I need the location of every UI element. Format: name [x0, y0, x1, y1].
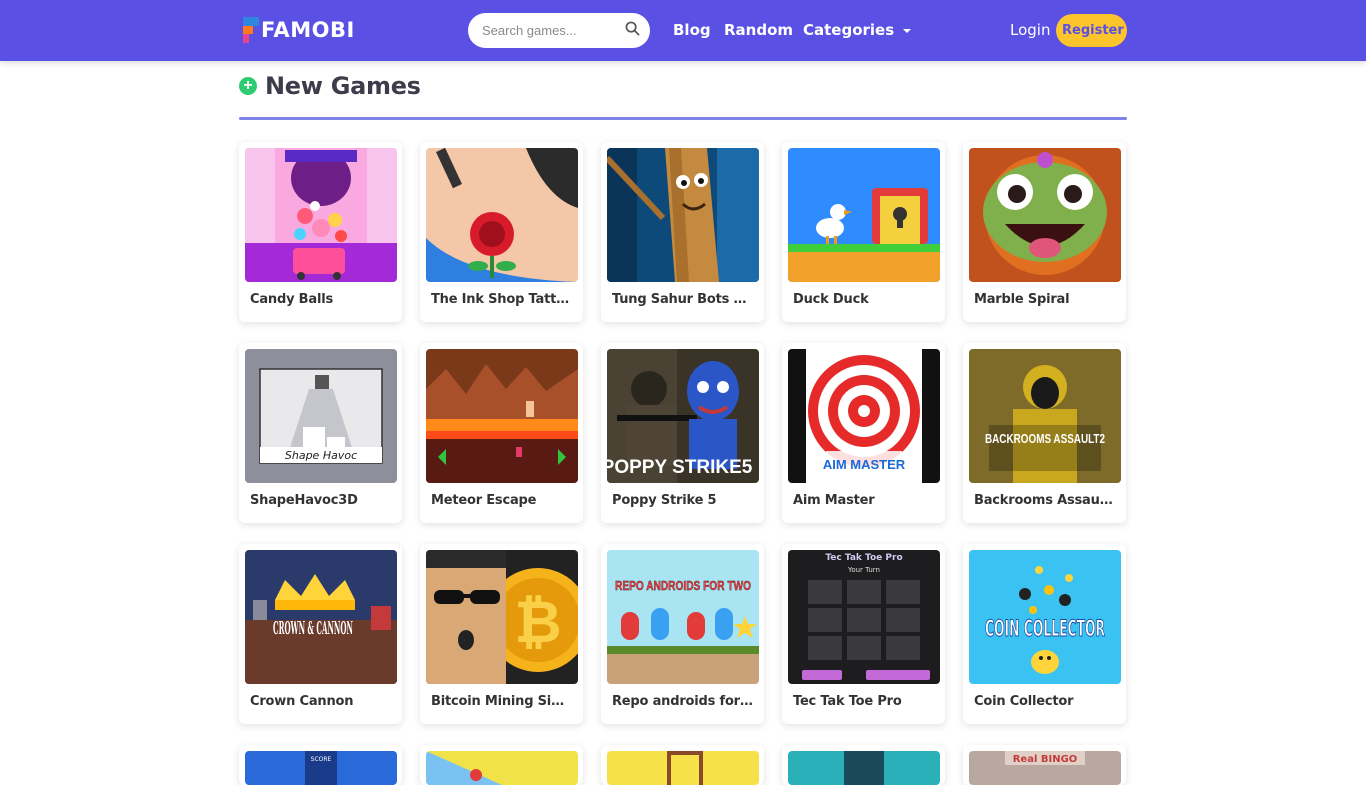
- famobi-logo-icon: [243, 17, 259, 43]
- game-card-backrooms-assault-2[interactable]: BACKROOMS ASSAULT2 Backrooms Assault 2: [963, 343, 1126, 523]
- section-title: New Games: [265, 72, 421, 100]
- game-title: Repo androids for two: [612, 694, 754, 709]
- game-thumbnail: POPPY STRIKE5: [607, 349, 759, 483]
- thumbnail-text: Real BINGO: [1013, 754, 1078, 765]
- game-title: The Ink Shop Tattoo Artist: [431, 292, 573, 307]
- thumbnail-text: CROWN & CANNON: [273, 618, 353, 639]
- game-thumbnail: [426, 349, 578, 483]
- nav-categories-dropdown[interactable]: Categories: [803, 21, 912, 39]
- game-card-partial[interactable]: SCORE: [239, 745, 402, 785]
- thumbnail-text: REPO ANDROIDS FOR TWO: [615, 578, 751, 593]
- game-thumbnail: [607, 751, 759, 785]
- game-card-partial[interactable]: Real BINGO: [963, 745, 1126, 785]
- game-card-marble-spiral[interactable]: Marble Spiral: [963, 142, 1126, 322]
- game-title: Duck Duck: [793, 292, 869, 307]
- thumbnail-text: Shape Havoc: [285, 449, 357, 462]
- game-thumbnail: CROWN & CANNON: [245, 550, 397, 684]
- game-card-duck-duck[interactable]: Duck Duck: [782, 142, 945, 322]
- game-thumbnail: Real BINGO: [969, 751, 1121, 785]
- game-card-crown-cannon[interactable]: CROWN & CANNON Crown Cannon: [239, 544, 402, 724]
- game-thumbnail: REPO ANDROIDS FOR TWO: [607, 550, 759, 684]
- section-header: + New Games: [239, 72, 421, 100]
- game-card-tung-sahur[interactable]: Tung Sahur Bots Chase: [601, 142, 764, 322]
- game-thumbnail: ₿: [426, 550, 578, 684]
- game-thumbnail: [788, 751, 940, 785]
- plus-circle-icon: +: [239, 77, 257, 95]
- game-thumbnail: [607, 148, 759, 282]
- search-icon[interactable]: [625, 21, 640, 41]
- game-thumbnail: COIN COLLECTOR: [969, 550, 1121, 684]
- register-button[interactable]: Register: [1056, 14, 1127, 47]
- game-thumbnail: [788, 148, 940, 282]
- game-thumbnail: AIM MASTER: [788, 349, 940, 483]
- game-title: Coin Collector: [974, 694, 1074, 709]
- search-box[interactable]: [468, 13, 650, 48]
- game-thumbnail: SCORE: [245, 751, 397, 785]
- thumbnail-text: AIM MASTER: [823, 457, 906, 472]
- nav-categories-label: Categories: [803, 21, 895, 39]
- famobi-logo[interactable]: FAMOBI: [243, 17, 355, 43]
- game-title: Tung Sahur Bots Chase: [612, 292, 754, 307]
- game-thumbnail: [426, 751, 578, 785]
- game-thumbnail: [245, 148, 397, 282]
- game-card-shapehavoc3d[interactable]: Shape Havoc ShapeHavoc3D: [239, 343, 402, 523]
- game-card-partial[interactable]: [601, 745, 764, 785]
- game-card-coin-collector[interactable]: COIN COLLECTOR Coin Collector: [963, 544, 1126, 724]
- game-card-poppy-strike-5[interactable]: POPPY STRIKE5 Poppy Strike 5: [601, 343, 764, 523]
- game-card-tec-tak-toe-pro[interactable]: Tec Tak Toe Pro Your Turn Tec Tak Toe Pr…: [782, 544, 945, 724]
- game-card-candy-balls[interactable]: Candy Balls: [239, 142, 402, 322]
- search-input[interactable]: [480, 22, 625, 39]
- game-card-repo-androids[interactable]: REPO ANDROIDS FOR TWO Repo androids for …: [601, 544, 764, 724]
- thumbnail-text: COIN COLLECTOR: [985, 617, 1105, 642]
- nav-random-link[interactable]: Random: [724, 21, 793, 39]
- top-navigation-bar: FAMOBI Blog Random Categories Login Regi…: [0, 0, 1366, 61]
- nav-blog-link[interactable]: Blog: [673, 21, 711, 39]
- caret-down-icon: [903, 29, 912, 33]
- thumbnail-text: Tec Tak Toe Pro: [825, 553, 902, 563]
- game-thumbnail: [426, 148, 578, 282]
- game-title: Meteor Escape: [431, 493, 537, 508]
- game-title: Tec Tak Toe Pro: [793, 694, 902, 709]
- game-card-aim-master[interactable]: AIM MASTER Aim Master: [782, 343, 945, 523]
- game-title: Bitcoin Mining Simulator: [431, 694, 573, 709]
- thumbnail-text: BACKROOMS ASSAULT2: [985, 431, 1105, 446]
- game-thumbnail: BACKROOMS ASSAULT2: [969, 349, 1121, 483]
- game-title: Poppy Strike 5: [612, 493, 717, 508]
- svg-text:₿: ₿: [514, 588, 561, 656]
- game-title: Aim Master: [793, 493, 875, 508]
- thumbnail-text: SCORE: [311, 756, 332, 763]
- game-thumbnail: Shape Havoc: [245, 349, 397, 483]
- game-title: Crown Cannon: [250, 694, 354, 709]
- game-card-ink-shop[interactable]: The Ink Shop Tattoo Artist: [420, 142, 583, 322]
- game-card-meteor-escape[interactable]: Meteor Escape: [420, 343, 583, 523]
- game-title: Marble Spiral: [974, 292, 1070, 307]
- game-title: Candy Balls: [250, 292, 334, 307]
- game-card-partial[interactable]: [420, 745, 583, 785]
- game-card-partial[interactable]: [782, 745, 945, 785]
- game-thumbnail: Tec Tak Toe Pro Your Turn: [788, 550, 940, 684]
- game-card-bitcoin-mining[interactable]: ₿ Bitcoin Mining Simulator: [420, 544, 583, 724]
- section-divider: [239, 117, 1127, 120]
- thumbnail-text: POPPY STRIKE5: [607, 457, 753, 478]
- login-link[interactable]: Login: [1010, 21, 1050, 39]
- logo-text: FAMOBI: [261, 18, 355, 42]
- game-title: Backrooms Assault 2: [974, 493, 1116, 508]
- thumbnail-subtext: Your Turn: [847, 566, 880, 574]
- game-thumbnail: [969, 148, 1121, 282]
- game-title: ShapeHavoc3D: [250, 493, 358, 508]
